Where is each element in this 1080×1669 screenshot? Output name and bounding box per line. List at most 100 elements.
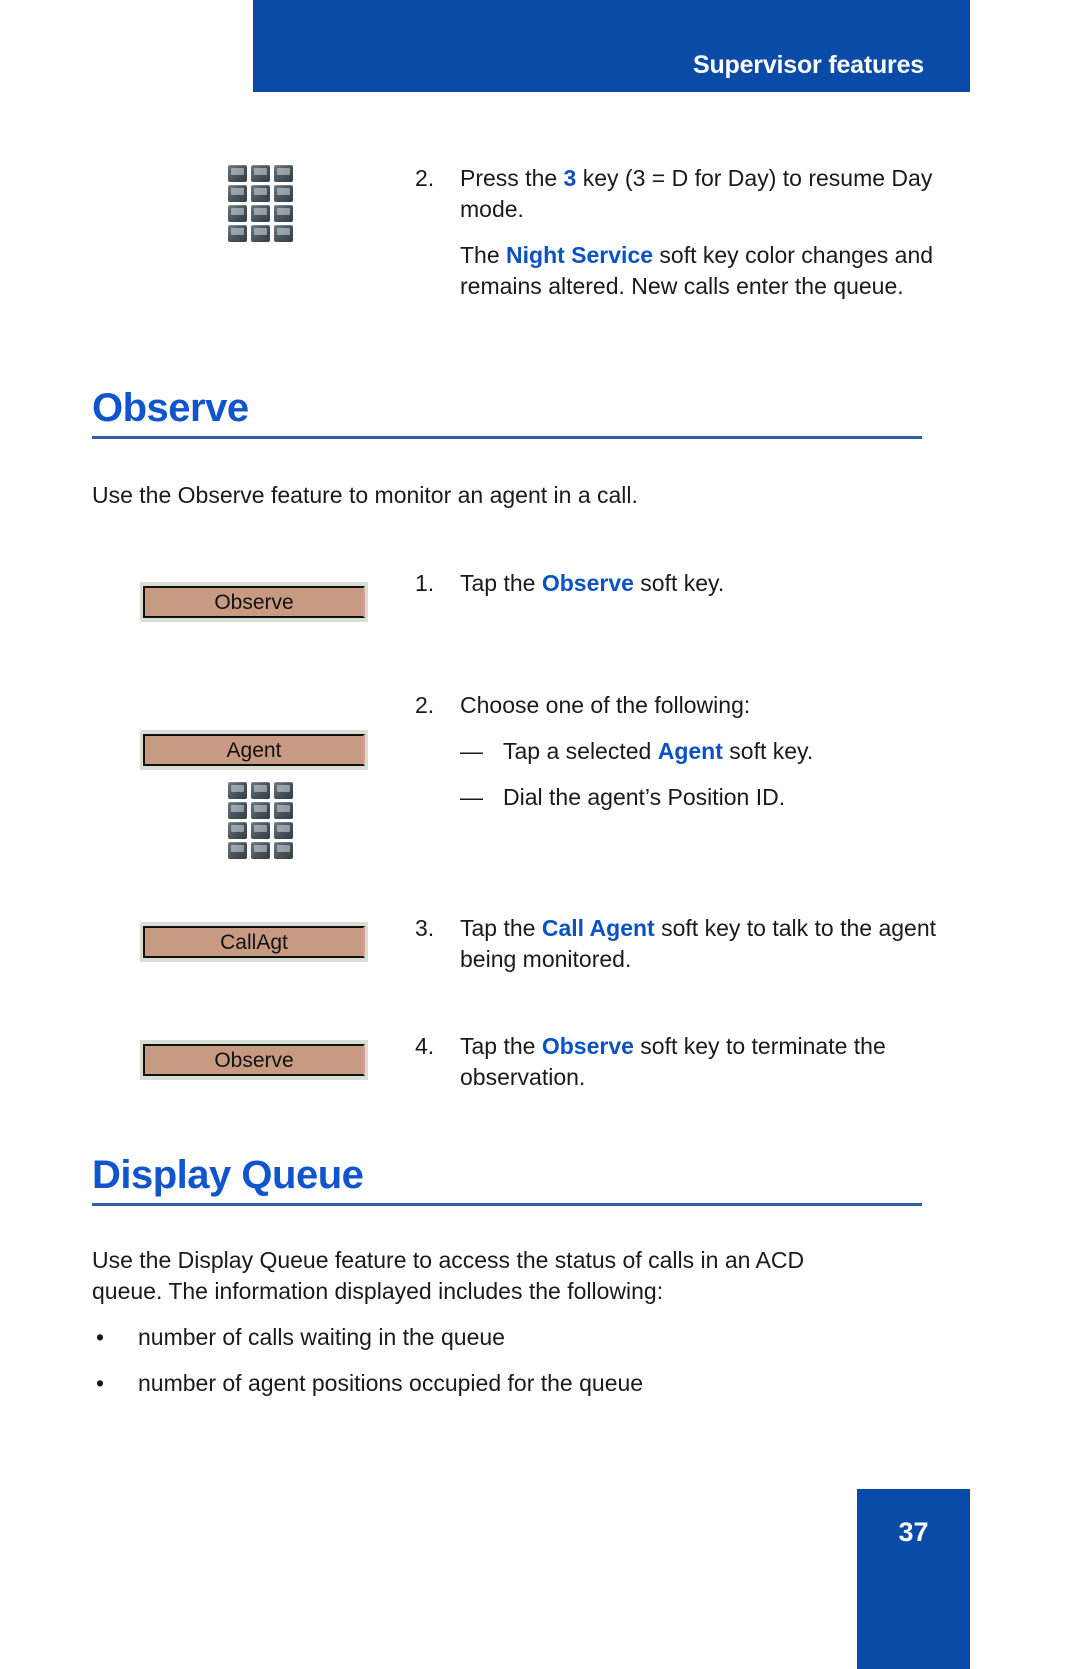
- bullet-mark: •: [96, 1370, 105, 1396]
- step-text-part-a: Press the: [460, 165, 564, 191]
- step-item: 1. Tap the Observe soft key.: [415, 568, 950, 599]
- sub-item: — Dial the agent’s Position ID.: [460, 782, 950, 813]
- step-item: 2. Press the 3 key (3 = D for Day) to re…: [415, 163, 950, 225]
- keypad-key-7: [228, 822, 247, 839]
- step-text: Choose one of the following:: [460, 692, 751, 718]
- softkey-callagt[interactable]: CallAgt: [140, 922, 368, 962]
- step-text: Tap the Observe soft key to terminate th…: [460, 1031, 950, 1093]
- step-block-3: 3. Tap the Call Agent soft key to talk t…: [415, 913, 950, 975]
- keypad-key-1: [228, 782, 247, 799]
- keypad-key-2: [251, 782, 270, 799]
- keypad-key-5: [251, 802, 270, 819]
- section-title: Observe: [92, 386, 249, 430]
- list-item-text: number of agent positions occupied for t…: [138, 1370, 644, 1396]
- note-text-part-a: The: [460, 242, 507, 268]
- keypad-key-9: [274, 822, 293, 839]
- step-text-part-a: Tap the: [460, 1033, 542, 1059]
- page-header-title: Supervisor features: [692, 51, 924, 79]
- keypad-key-pound: [274, 842, 293, 859]
- keypad-key-7: [228, 205, 247, 222]
- sub-item: — Tap a selected Agent soft key.: [460, 736, 950, 767]
- sub-key-emphasis: Agent: [657, 738, 723, 764]
- keypad-key-2: [251, 165, 270, 182]
- list-item: • number of calls waiting in the queue: [92, 1322, 922, 1353]
- step-text: Tap the Observe soft key.: [460, 568, 950, 599]
- section-intro-text: Use the Display Queue feature to access …: [92, 1247, 805, 1304]
- keypad-icon: [228, 782, 293, 859]
- bullet-mark: •: [96, 1324, 105, 1350]
- step-text-part-b: soft key.: [633, 570, 725, 596]
- softkey-observe-1[interactable]: Observe: [140, 582, 368, 622]
- softkey-frame: Observe: [140, 1040, 368, 1080]
- step-key-emphasis: Observe: [541, 1033, 634, 1059]
- dash-mark: —: [460, 738, 483, 764]
- section-heading-display-queue: Display Queue: [92, 1152, 922, 1206]
- section-intro-observe: Use the Observe feature to monitor an ag…: [92, 480, 922, 511]
- keypad-key-5: [251, 185, 270, 202]
- section-title: Display Queue: [92, 1153, 364, 1197]
- keypad-icon: [228, 165, 293, 242]
- keypad-key-8: [251, 822, 270, 839]
- keypad-key-pound: [274, 225, 293, 242]
- keypad-key-9: [274, 205, 293, 222]
- step-key-emphasis: Call Agent: [541, 915, 655, 941]
- keypad-key-0: [251, 842, 270, 859]
- step-text-part-a: Tap the: [460, 570, 542, 596]
- step-text-part-a: Tap the: [460, 915, 542, 941]
- step-block-2: 2. Choose one of the following: — Tap a …: [415, 690, 950, 813]
- section-rule: [92, 1203, 922, 1206]
- keypad-key-4: [228, 185, 247, 202]
- keypad-key-1: [228, 165, 247, 182]
- top-step-block: 2. Press the 3 key (3 = D for Day) to re…: [415, 163, 950, 302]
- softkey-observe-2[interactable]: Observe: [140, 1040, 368, 1080]
- step-item: 4. Tap the Observe soft key to terminate…: [415, 1031, 950, 1093]
- softkey-label: Agent: [143, 734, 365, 766]
- step-text: Press the 3 key (3 = D for Day) to resum…: [460, 163, 950, 225]
- sub-text-part-a: Tap a selected: [503, 738, 658, 764]
- step-item: 2. Choose one of the following:: [415, 690, 950, 721]
- keypad-key-star: [228, 842, 247, 859]
- softkey-frame: Agent: [140, 730, 368, 770]
- page-number: 37: [898, 1517, 929, 1547]
- softkey-frame: Observe: [140, 582, 368, 622]
- keypad-key-3: [274, 165, 293, 182]
- step-number: 2.: [415, 165, 435, 191]
- keypad-key-star: [228, 225, 247, 242]
- keypad-key-6: [274, 802, 293, 819]
- softkey-agent[interactable]: Agent: [140, 730, 368, 770]
- step-key-emphasis: Observe: [541, 570, 634, 596]
- page-header-bar: Supervisor features: [253, 0, 970, 92]
- step-number: 2.: [415, 692, 435, 718]
- sub-item-text: Tap a selected Agent soft key.: [503, 736, 813, 767]
- keypad-key-0: [251, 225, 270, 242]
- section-rule: [92, 436, 922, 439]
- section-intro-display-queue: Use the Display Queue feature to access …: [92, 1245, 842, 1307]
- section-heading-observe: Observe: [92, 385, 922, 439]
- top-step-note: The Night Service soft key color changes…: [460, 240, 950, 302]
- document-page: Supervisor features 2. Press the 3 key (…: [0, 0, 1080, 1669]
- softkey-frame: CallAgt: [140, 922, 368, 962]
- keypad-key-3: [274, 782, 293, 799]
- step-number: 4.: [415, 1033, 435, 1059]
- softkey-label: Observe: [143, 586, 365, 618]
- softkey-label: CallAgt: [143, 926, 365, 958]
- step-text: Tap the Call Agent soft key to talk to t…: [460, 913, 950, 975]
- step-item: 3. Tap the Call Agent soft key to talk t…: [415, 913, 950, 975]
- step-number: 1.: [415, 570, 435, 596]
- step-key-emphasis: 3: [563, 165, 577, 191]
- keypad-key-8: [251, 205, 270, 222]
- dash-mark: —: [460, 784, 483, 810]
- step-block-4: 4. Tap the Observe soft key to terminate…: [415, 1031, 950, 1093]
- step-number: 3.: [415, 915, 435, 941]
- step-block-1: 1. Tap the Observe soft key.: [415, 568, 950, 599]
- softkey-label: Observe: [143, 1044, 365, 1076]
- section-intro-text: Use the Observe feature to monitor an ag…: [92, 482, 638, 508]
- footer-page-box: 37: [857, 1489, 970, 1669]
- display-queue-bullet-list: • number of calls waiting in the queue •…: [92, 1322, 922, 1399]
- sub-text-part-b: soft key.: [722, 738, 814, 764]
- note-key-emphasis: Night Service: [506, 242, 654, 268]
- list-item-text: number of calls waiting in the queue: [138, 1324, 505, 1350]
- keypad-key-4: [228, 802, 247, 819]
- keypad-key-6: [274, 185, 293, 202]
- sub-item-text: Dial the agent’s Position ID.: [503, 784, 786, 810]
